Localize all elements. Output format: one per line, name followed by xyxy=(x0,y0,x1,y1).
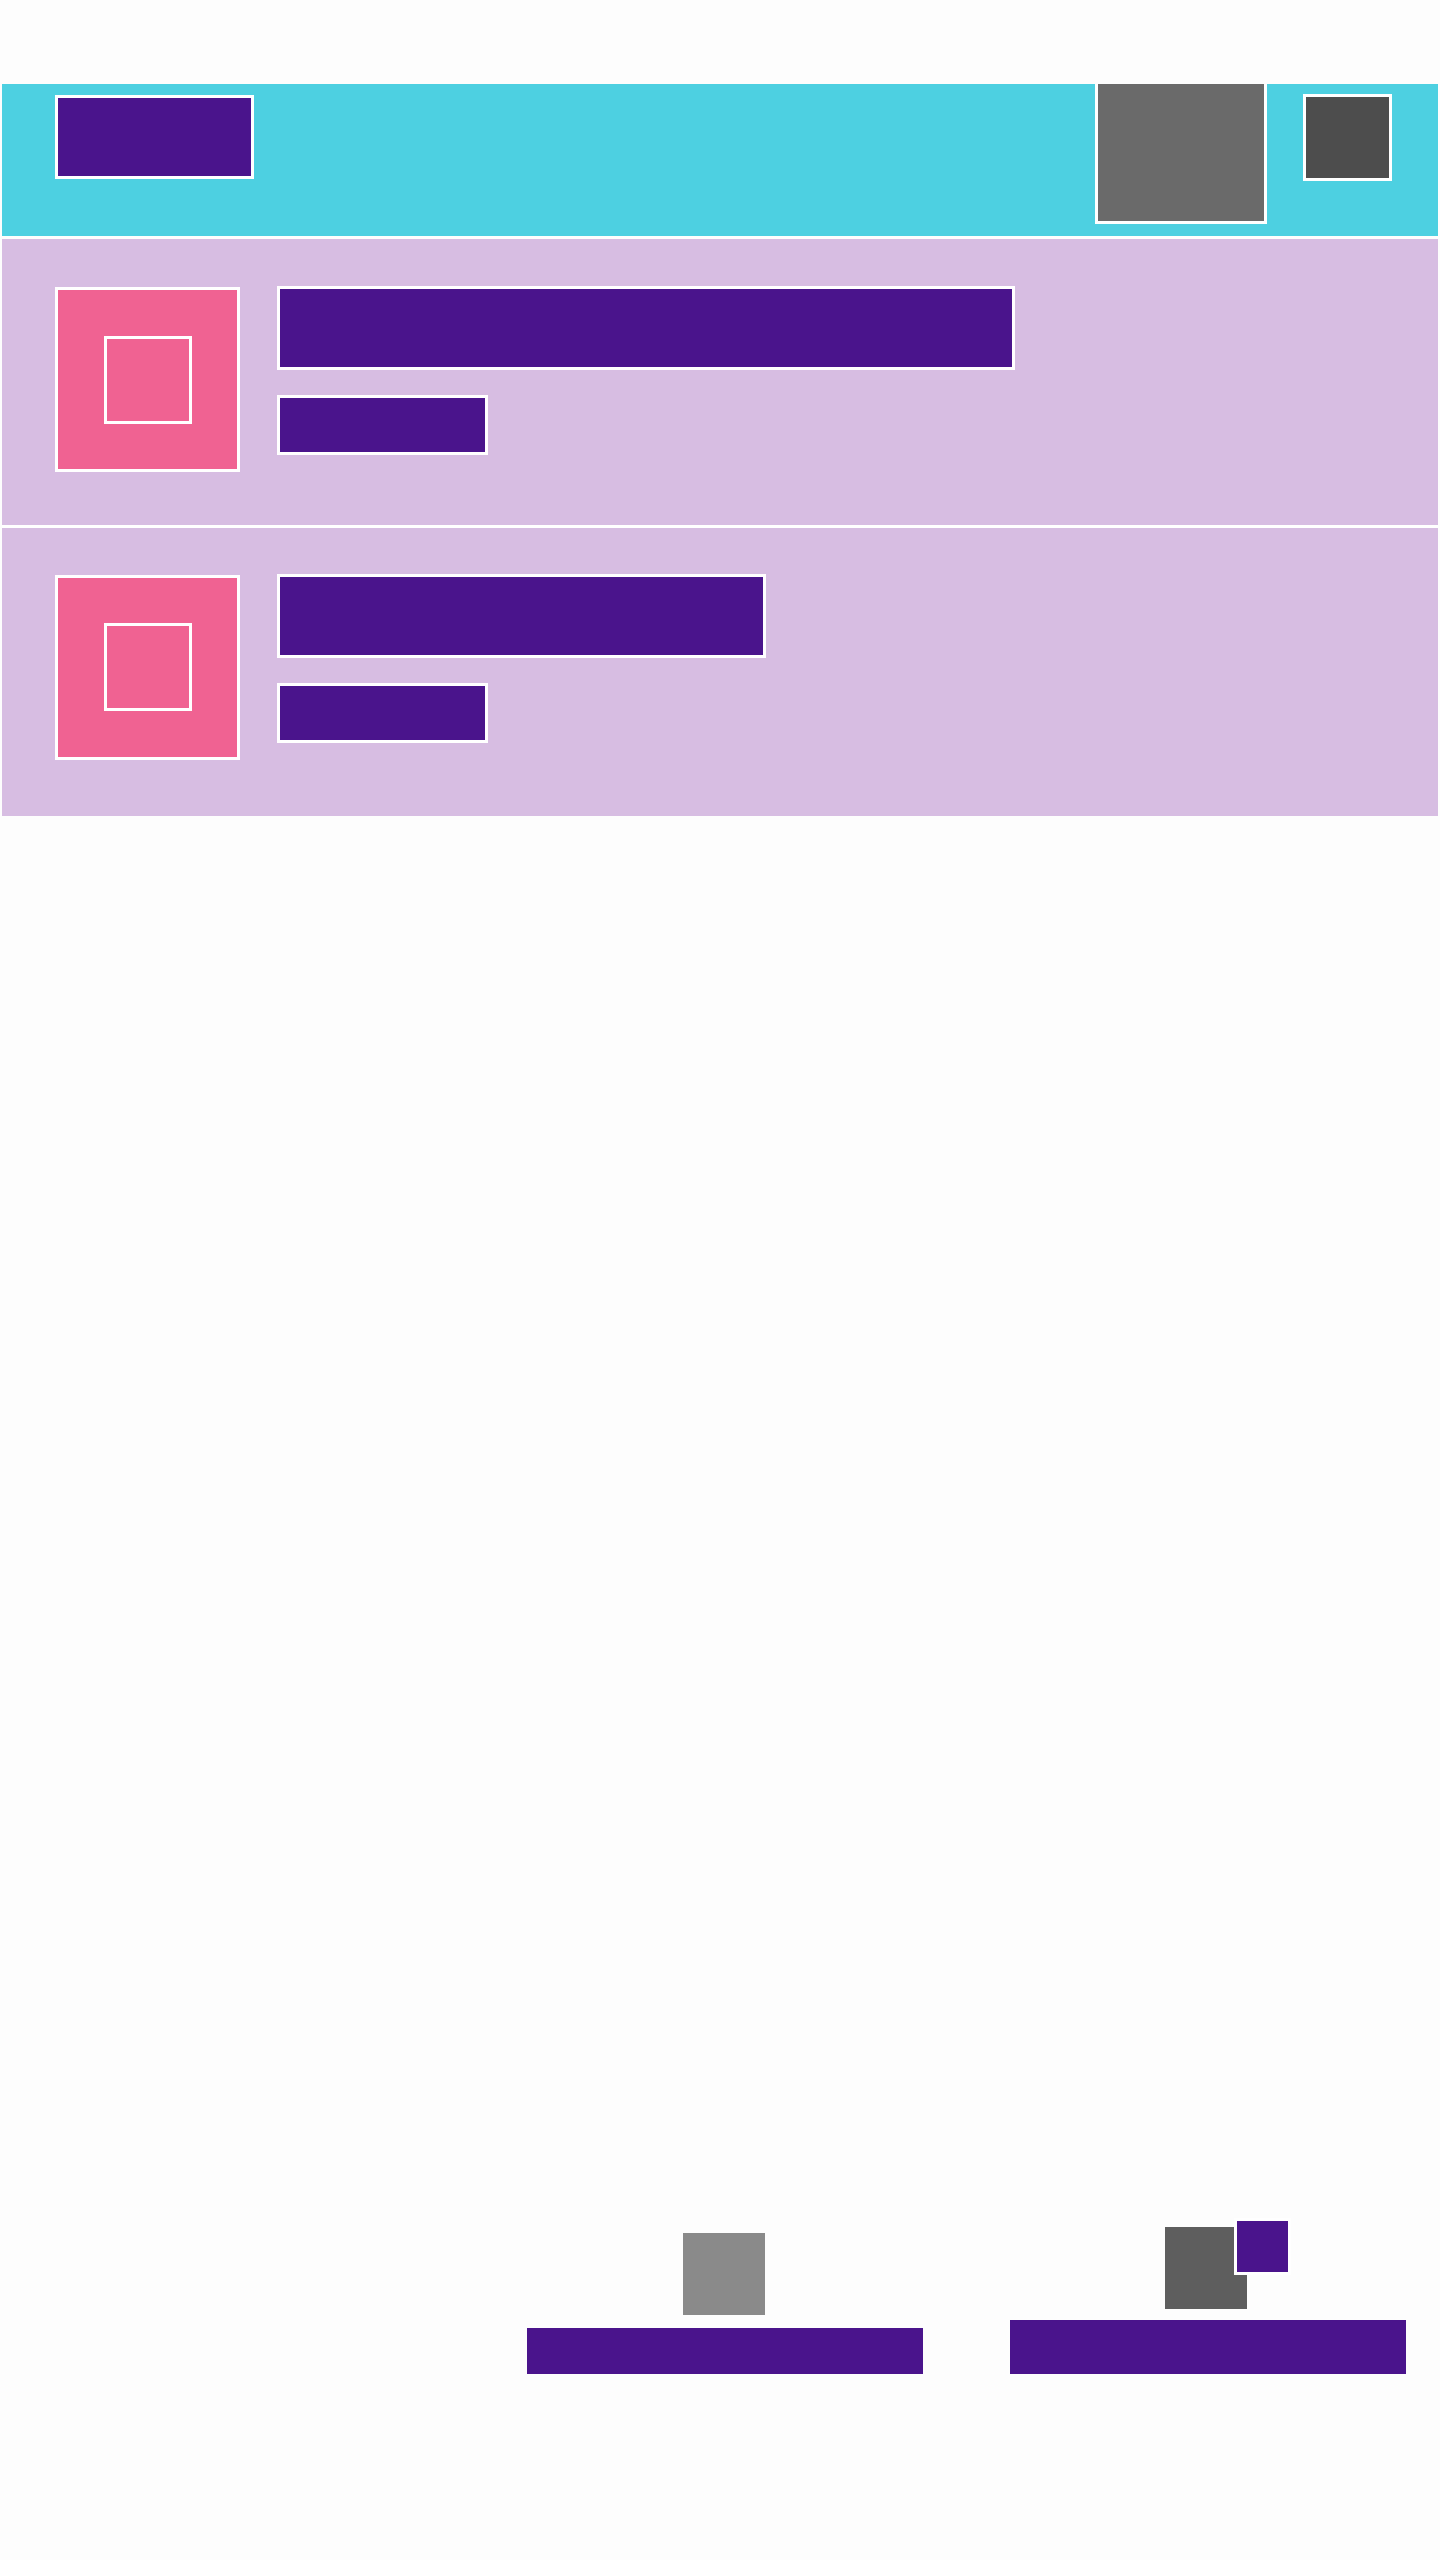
nav-icon[interactable] xyxy=(683,2233,765,2315)
list-item-subtitle xyxy=(277,683,488,743)
action-icon[interactable] xyxy=(1095,84,1267,224)
notification-badge xyxy=(1234,2218,1291,2275)
image-icon xyxy=(104,336,192,424)
list-item-title xyxy=(277,574,766,658)
list-item-title xyxy=(277,286,1015,370)
app-bar-title xyxy=(55,95,254,179)
nav-label[interactable] xyxy=(1010,2320,1406,2374)
overflow-menu-icon[interactable] xyxy=(1303,94,1392,181)
image-icon xyxy=(104,623,192,711)
nav-label[interactable] xyxy=(527,2328,923,2374)
list-item-subtitle xyxy=(277,395,488,455)
